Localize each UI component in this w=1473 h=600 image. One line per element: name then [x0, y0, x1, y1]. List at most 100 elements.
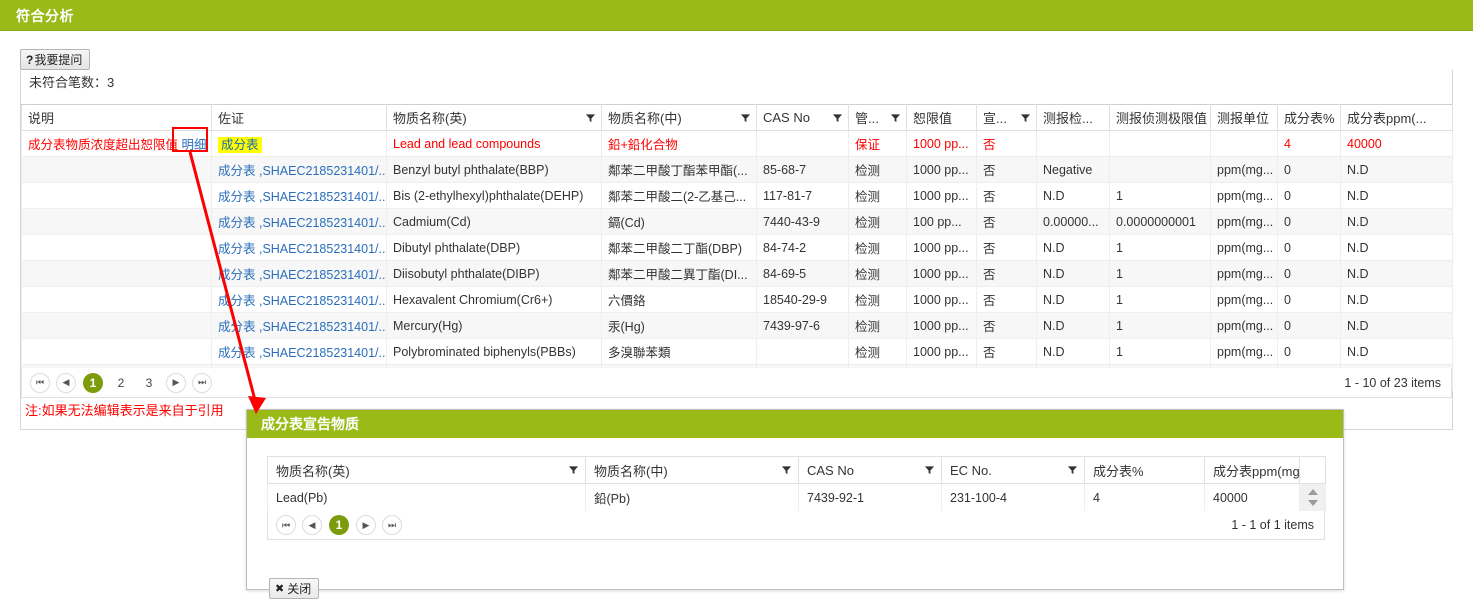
compliance-table: 说明 佐证 物质名称(英) 物质名称(中) CAS No 管... 恕限值 宣... 测报检..… — [21, 104, 1453, 391]
column-header-12[interactable]: 成分表ppm(... — [1340, 104, 1453, 131]
column-header-3[interactable]: 物质名称(中) — [601, 104, 757, 131]
spinner-down-icon[interactable] — [1307, 500, 1318, 506]
table-row[interactable]: 成分表 ,SHAEC2185231401/... Bis (2-ethylhexy… — [21, 182, 1453, 209]
column-header-8[interactable]: 测报检... — [1036, 104, 1110, 131]
cell-limit: 1000 pp... — [906, 260, 977, 287]
evidence-link[interactable]: 成分表 ,SHAEC2185231401/... — [218, 268, 386, 282]
pager-page-2[interactable]: 2 — [111, 373, 131, 393]
dialog-cell-name_en: Lead(Pb) — [267, 483, 586, 512]
dialog-pager-next-button[interactable]: ▶ — [356, 515, 376, 535]
cell-cas: 117-81-7 — [756, 182, 849, 209]
filter-icon[interactable] — [1067, 465, 1078, 476]
pager-prev-button[interactable]: ◀ — [56, 372, 76, 393]
evidence-link[interactable]: 成分表 — [218, 137, 262, 153]
table-row[interactable]: 成分表 ,SHAEC2185231401/... Hexavalent Chrom… — [21, 286, 1453, 313]
cell-ppm: N.D — [1340, 312, 1453, 339]
evidence-link[interactable]: 成分表 ,SHAEC2185231401/... — [218, 216, 386, 230]
column-header-1[interactable]: 佐证 — [211, 104, 387, 131]
column-header-label: 物质名称(英) — [393, 111, 467, 126]
filter-icon[interactable] — [924, 465, 935, 476]
dialog-table-row[interactable]: Lead(Pb) 鉛(Pb) 7439-92-1 231-100-4 4 40000 — [267, 483, 1326, 512]
cell-desc — [21, 234, 212, 261]
evidence-link[interactable]: 成分表 ,SHAEC2185231401/... — [218, 190, 386, 204]
table-row[interactable]: 成分表 ,SHAEC2185231401/... Polybrominated b… — [21, 338, 1453, 365]
table-row[interactable]: 成分表 ,SHAEC2185231401/... Dibutyl phthalat… — [21, 234, 1453, 261]
dialog-column-header-4[interactable]: 成分表% — [1084, 456, 1205, 484]
column-header-2[interactable]: 物质名称(英) — [386, 104, 602, 131]
cell-pct: 0 — [1277, 260, 1341, 287]
evidence-link[interactable]: 成分表 ,SHAEC2185231401/... — [218, 320, 386, 334]
cell-limit: 1000 pp... — [906, 312, 977, 339]
evidence-link[interactable]: 成分表 ,SHAEC2185231401/... — [218, 294, 386, 308]
dialog-close-button[interactable]: ✖ 关闭 — [269, 578, 320, 599]
column-header-7[interactable]: 宣... — [976, 104, 1037, 131]
table-row[interactable]: 成分表 ,SHAEC2185231401/... Cadmium(Cd) 鎘(Cd)… — [21, 208, 1453, 235]
cell-ppm: N.D — [1340, 234, 1453, 261]
cell-declared: 否 — [976, 234, 1037, 261]
column-header-11[interactable]: 成分表% — [1277, 104, 1341, 131]
dialog-pager-last-button[interactable]: ⏭ — [382, 515, 402, 535]
column-header-10[interactable]: 测报单位 — [1210, 104, 1278, 131]
pager-next-button[interactable]: ▶ — [166, 372, 186, 393]
dialog-column-header-1[interactable]: 物质名称(中) — [585, 456, 799, 484]
filter-icon[interactable] — [832, 112, 843, 123]
table-row[interactable]: 成分表 ,SHAEC2185231401/... Benzyl butyl pht… — [21, 156, 1453, 183]
filter-icon[interactable] — [740, 112, 751, 123]
evidence-link[interactable]: 成分表 ,SHAEC2185231401/... — [218, 242, 386, 256]
ask-question-label: 我要提问 — [34, 53, 83, 67]
cell-test_result — [1036, 130, 1110, 157]
cell-name_cn: 鄰苯二甲酸二(2-乙基己... — [601, 182, 757, 209]
dialog-column-header-0[interactable]: 物质名称(英) — [267, 456, 586, 484]
ask-question-button[interactable]: ? 我要提问 — [20, 49, 91, 70]
column-header-5[interactable]: 管... — [848, 104, 907, 131]
dialog-pager-prev-button[interactable]: ◀ — [302, 515, 322, 535]
dialog-title: 成分表宣告物质 — [261, 416, 359, 432]
cell-test_unit: ppm(mg... — [1210, 182, 1278, 209]
filter-icon[interactable] — [585, 112, 596, 123]
column-header-6[interactable]: 恕限值 — [906, 104, 977, 131]
filter-icon[interactable] — [890, 112, 901, 123]
dialog-column-header-3[interactable]: EC No. — [941, 456, 1085, 484]
cell-name_cn: 六價鉻 — [601, 286, 757, 313]
cell-cas: 85-68-7 — [756, 156, 849, 183]
pager-last-button[interactable]: ⏭ — [192, 372, 212, 393]
spinner-up-icon[interactable] — [1307, 489, 1318, 495]
pager-first-button[interactable]: ⏮ — [30, 372, 50, 393]
cell-evidence: 成分表 ,SHAEC2185231401/... — [211, 234, 387, 261]
column-header-label: 管... — [855, 111, 879, 126]
cell-cas: 7440-43-9 — [756, 208, 849, 235]
cell-ppm: N.D — [1340, 182, 1453, 209]
cell-name_cn: 鄰苯二甲酸二丁酯(DBP) — [601, 234, 757, 261]
filter-icon[interactable] — [568, 465, 579, 476]
table-row[interactable]: 成分表 ,SHAEC2185231401/... Mercury(Hg) 汞(Hg)… — [21, 312, 1453, 339]
column-header-9[interactable]: 测报侦测极限值 — [1109, 104, 1211, 131]
cell-test_limit: 1 — [1109, 338, 1211, 365]
cell-pct: 0 — [1277, 208, 1341, 235]
pager-page-3[interactable]: 3 — [139, 373, 159, 393]
row-spinner[interactable] — [1299, 483, 1326, 512]
cell-declared: 否 — [976, 312, 1037, 339]
dialog-column-header-2[interactable]: CAS No — [798, 456, 942, 484]
dialog-pager-page-1[interactable]: 1 — [329, 515, 349, 535]
cell-test_limit — [1109, 130, 1211, 157]
cell-desc — [21, 208, 212, 235]
table-row[interactable]: 成分表物质浓度超出恕限值 明细 成分表 Lead and lead compound… — [21, 130, 1453, 157]
dialog-column-header-5[interactable]: 成分表ppm(mg/kg) — [1204, 456, 1321, 484]
column-header-4[interactable]: CAS No — [756, 104, 849, 131]
pager-page-1[interactable]: 1 — [83, 372, 103, 393]
cell-declared: 否 — [976, 182, 1037, 209]
detail-link[interactable]: 明细 — [182, 138, 207, 152]
evidence-link[interactable]: 成分表 ,SHAEC2185231401/... — [218, 164, 386, 178]
filter-icon[interactable] — [781, 465, 792, 476]
filter-icon[interactable] — [1020, 112, 1031, 123]
evidence-link[interactable]: 成分表 ,SHAEC2185231401/... — [218, 346, 386, 360]
cell-name_en: Polybrominated biphenyls(PBBs) — [386, 338, 602, 365]
table-row[interactable]: 成分表 ,SHAEC2185231401/... Diisobutyl phtha… — [21, 260, 1453, 287]
cell-name_en: Lead and lead compounds — [386, 130, 602, 157]
cell-control: 检测 — [848, 286, 907, 313]
cell-test_limit: 1 — [1109, 312, 1211, 339]
cell-declared: 否 — [976, 208, 1037, 235]
cell-limit: 1000 pp... — [906, 156, 977, 183]
column-header-0[interactable]: 说明 — [21, 104, 212, 131]
dialog-pager-first-button[interactable]: ⏮ — [276, 515, 296, 535]
